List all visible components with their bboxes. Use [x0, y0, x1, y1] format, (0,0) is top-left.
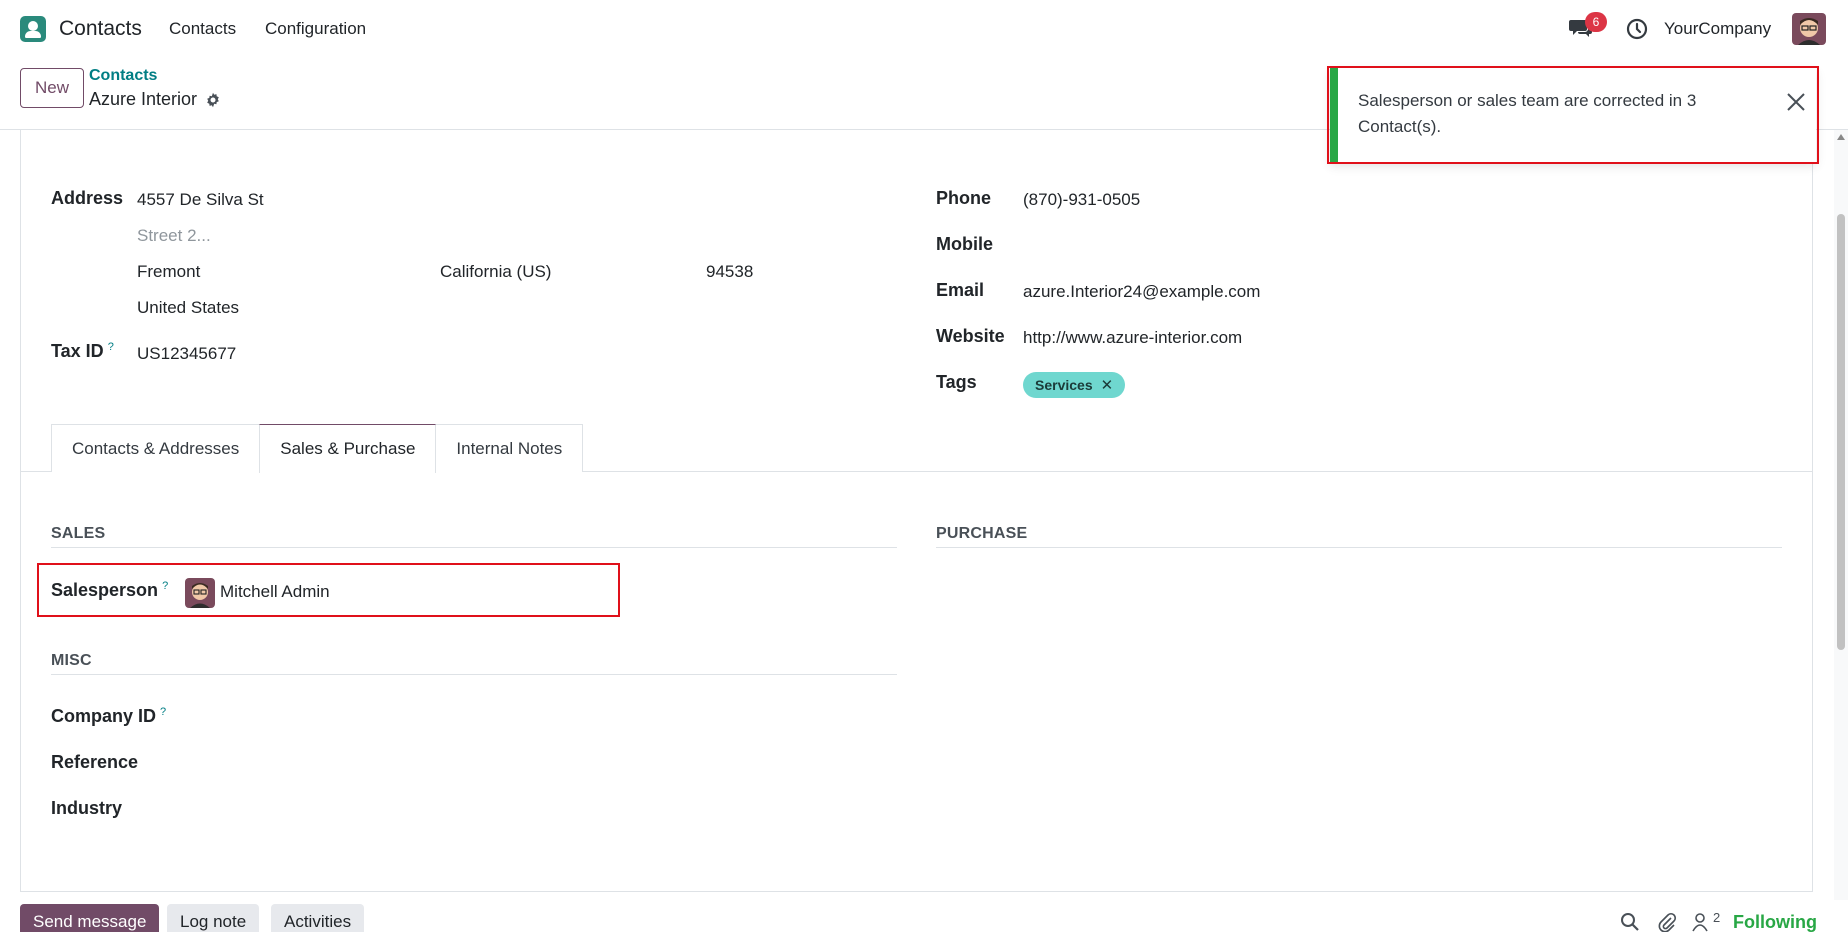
gear-icon[interactable]: [205, 92, 221, 108]
tags-label: Tags: [936, 372, 977, 392]
city-field[interactable]: Fremont: [137, 262, 200, 282]
form-sheet: [20, 130, 1813, 892]
contacts-app-icon[interactable]: [20, 16, 46, 42]
page-scrollbar[interactable]: [1834, 130, 1848, 900]
tag-label: Services: [1035, 377, 1093, 393]
email-field[interactable]: azure.Interior24@example.com: [1023, 282, 1260, 302]
misc-divider: [51, 674, 897, 675]
tax-id-field[interactable]: US12345677: [137, 344, 236, 364]
user-avatar[interactable]: [1792, 13, 1826, 45]
street-field[interactable]: 4557 De Silva St: [137, 190, 264, 210]
help-icon[interactable]: ?: [160, 706, 166, 718]
app-name[interactable]: Contacts: [59, 17, 142, 41]
reference-label: Reference: [51, 752, 139, 772]
messages-count-badge: 6: [1585, 12, 1607, 32]
company-id-label: Company ID?: [51, 706, 166, 727]
followers-icon[interactable]: [1692, 912, 1712, 932]
tab-internal-notes[interactable]: Internal Notes: [435, 424, 584, 472]
phone-label: Phone: [936, 188, 992, 208]
followers-count: 2: [1713, 910, 1721, 925]
notebook-tabs: Contacts & Addresses Sales & Purchase In…: [51, 424, 584, 473]
purchase-section-title: PURCHASE: [936, 525, 1028, 542]
scrollbar-thumb[interactable]: [1837, 214, 1845, 650]
tab-contacts-addresses[interactable]: Contacts & Addresses: [51, 424, 261, 472]
tax-id-label-text: Tax ID: [51, 341, 104, 361]
industry-label: Industry: [51, 798, 123, 818]
zip-field[interactable]: 94538: [706, 262, 753, 282]
tax-id-label: Tax ID?: [51, 341, 114, 362]
activities-button[interactable]: Activities: [271, 904, 365, 932]
website-field[interactable]: http://www.azure-interior.com: [1023, 328, 1242, 348]
email-label: Email: [936, 280, 985, 300]
mobile-label: Mobile: [936, 234, 993, 254]
sales-section-title: SALES: [51, 525, 106, 542]
record-title: Azure Interior: [89, 89, 221, 110]
send-message-button[interactable]: Send message: [20, 904, 160, 932]
purchase-divider: [936, 547, 1782, 548]
top-navbar: Contacts Contacts Configuration 6 YourCo…: [0, 0, 1848, 58]
company-id-label-text: Company ID: [51, 706, 157, 726]
street2-field[interactable]: Street 2...: [137, 226, 211, 246]
new-button[interactable]: New: [20, 68, 84, 108]
misc-section-title: MISC: [51, 652, 92, 669]
record-name: Azure Interior: [89, 89, 198, 109]
chatter-bar: Send message Log note Activities: [0, 900, 1848, 932]
country-field[interactable]: United States: [137, 298, 239, 318]
address-label: Address: [51, 188, 124, 208]
help-icon[interactable]: ?: [108, 341, 114, 353]
website-label: Website: [936, 326, 1005, 346]
salesperson-highlight-box: [37, 563, 620, 617]
paperclip-icon[interactable]: [1657, 912, 1677, 932]
remove-tag-icon[interactable]: ✕: [1101, 376, 1114, 394]
breadcrumb-contacts[interactable]: Contacts: [89, 67, 157, 85]
mobile-field[interactable]: [1023, 236, 1323, 258]
tag-services[interactable]: Services ✕: [1023, 372, 1126, 398]
scroll-up-arrow-icon[interactable]: [1837, 134, 1845, 140]
toast-highlight-box: [1327, 66, 1819, 164]
activity-clock-icon[interactable]: [1626, 18, 1648, 40]
tab-sales-purchase[interactable]: Sales & Purchase: [259, 424, 437, 473]
log-note-button[interactable]: Log note: [167, 904, 260, 932]
company-switcher[interactable]: YourCompany: [1664, 19, 1771, 39]
following-button[interactable]: Following: [1733, 912, 1817, 932]
phone-field[interactable]: (870)-931-0505: [1023, 190, 1140, 210]
menu-configuration[interactable]: Configuration: [265, 19, 366, 39]
sales-divider: [51, 547, 897, 548]
search-icon[interactable]: [1620, 912, 1640, 932]
state-field[interactable]: California (US): [440, 262, 551, 282]
menu-contacts[interactable]: Contacts: [169, 19, 236, 39]
